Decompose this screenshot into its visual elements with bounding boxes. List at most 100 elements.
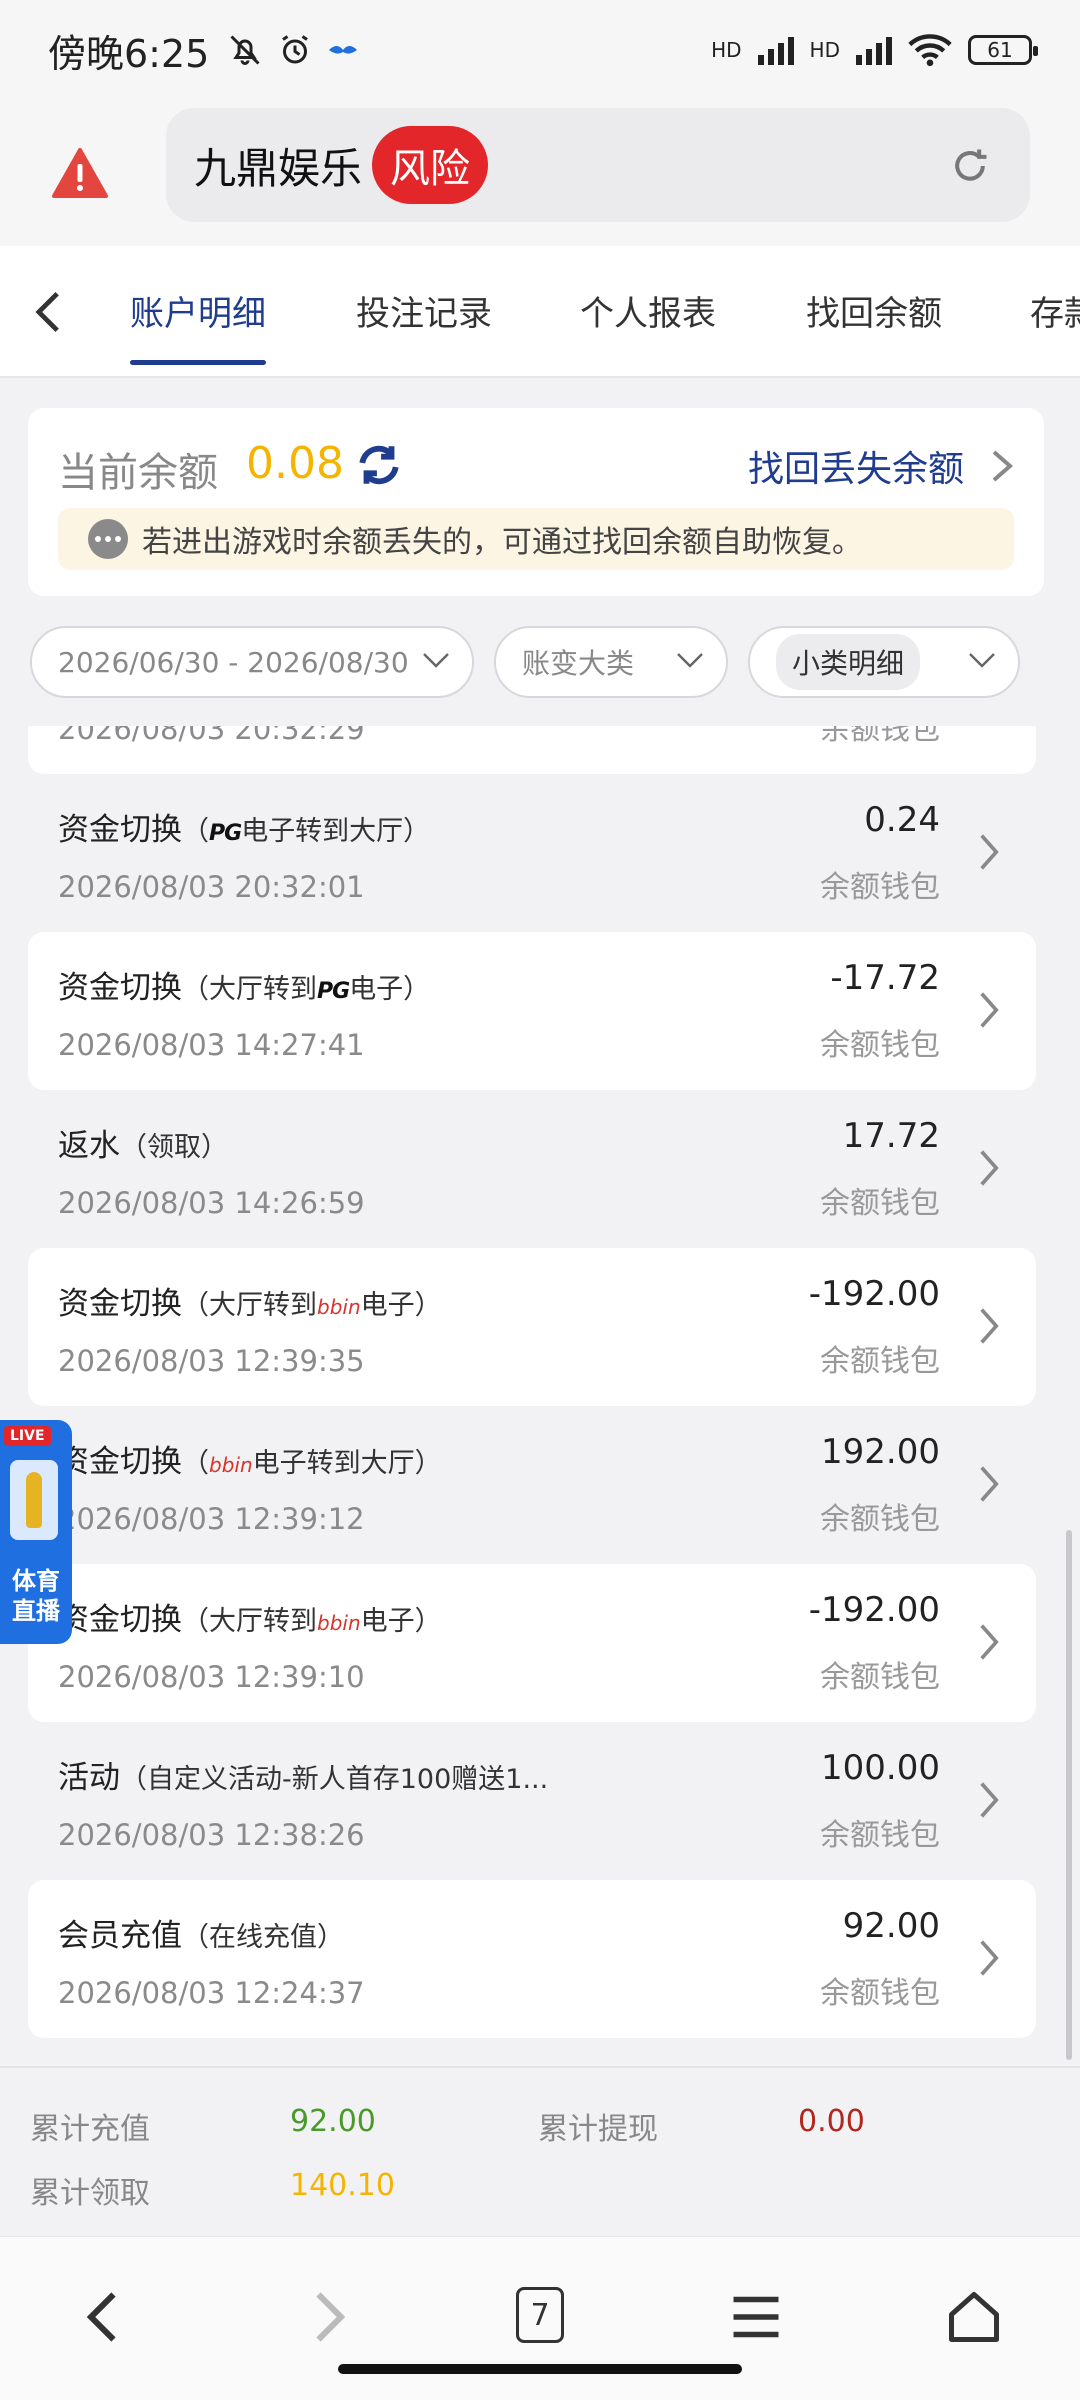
alarm-icon [282,35,309,64]
bell-off-icon [230,35,260,65]
transaction-amount: 192.00 [821,1432,940,1472]
network-hd-1: HD [711,38,742,62]
total-deposit-label: 累计充值 [30,2112,150,2147]
url-field[interactable]: 九鼎娱乐 风险 [166,108,1030,222]
scrollbar[interactable] [1066,1530,1072,2060]
transaction-amount: 17.72 [842,1116,940,1156]
status-right: HD HD 61 [711,33,1038,67]
tab-bet-records[interactable]: 投注记录 [356,286,492,335]
reload-icon[interactable] [948,144,992,188]
home-indicator[interactable] [338,2364,742,2374]
pg-logo: PG [317,979,350,1004]
transaction-title: 资金切换（PG电子转到大厅） [58,812,431,848]
transaction-title: 返水（领取） [58,1128,228,1164]
transaction-wallet: 余额钱包 [820,1818,940,1853]
transaction-wallet: 余额钱包 [820,1186,940,1221]
chevron-right-icon [980,1150,999,1186]
chevron-right-icon[interactable] [990,448,1014,484]
refresh-icon[interactable] [354,440,404,490]
browser-address-bar: 九鼎娱乐 风险 [0,100,1080,246]
list-item[interactable]: 资金切换（大厅转到bbin电子） 2026/08/03 12:39:35 -19… [28,1248,1036,1406]
transaction-list: 2026/08/03 20:32:29 余额钱包 资金切换（PG电子转到大厅） … [0,726,1060,2062]
transaction-time: 2026/08/03 12:39:12 [58,1502,365,1536]
transaction-title: 资金切换（大厅转到bbin电子） [58,1286,442,1322]
warning-triangle-icon[interactable] [52,148,108,198]
browser-nav-bar: 7 [0,2236,1080,2400]
tabs-count-button[interactable]: 7 [516,2287,564,2343]
total-withdraw-value: 0.00 [798,2104,865,2139]
transaction-wallet: 余额钱包 [820,1344,940,1379]
forward-icon[interactable] [296,2287,356,2347]
back-chevron-icon[interactable] [30,290,66,334]
chevron-right-icon [980,992,999,1028]
chevron-right-icon [980,1466,999,1502]
list-item[interactable]: 资金切换（大厅转到bbin电子） 2026/08/03 12:39:10 -19… [28,1564,1036,1722]
transaction-time: 2026/08/03 20:32:29 [58,726,365,746]
transaction-wallet: 余额钱包 [820,1660,940,1695]
transaction-amount: -17.72 [830,958,940,998]
clock: 傍晚6:25 [48,31,210,76]
status-bar: 傍晚6:25 HD HD 61 [0,0,1080,100]
transaction-time: 2026/08/03 12:38:26 [58,1818,365,1852]
live-badge: LIVE [4,1426,51,1446]
chevron-right-icon [980,1624,999,1660]
home-icon[interactable] [944,2287,1004,2347]
list-item[interactable]: 返水（领取） 2026/08/03 14:26:59 17.72 余额钱包 [28,1090,1036,1248]
total-claim-value: 140.10 [290,2168,395,2203]
total-withdraw-label: 累计提现 [538,2112,658,2147]
list-item[interactable]: 资金切换（PG电子转到大厅） 2026/08/03 20:32:01 0.24 … [28,774,1036,932]
transaction-amount: 0.24 [864,800,940,840]
signal-icon [757,35,794,65]
transaction-title: 资金切换（大厅转到PG电子） [58,970,431,1006]
menu-icon[interactable] [726,2287,786,2347]
tip-text: 若进出游戏时余额丢失的，可通过找回余额自助恢复。 [142,525,862,560]
transaction-amount: -192.00 [808,1274,940,1314]
bbin-logo: bbin [317,1295,361,1319]
tab-personal-report[interactable]: 个人报表 [580,286,716,335]
battery-icon: 61 [968,35,1038,65]
transaction-wallet: 余额钱包 [820,1502,940,1537]
tab-recover-balance[interactable]: 找回余额 [806,286,942,335]
summary-bar: 累计充值 92.00 累计提现 0.00 累计领取 140.10 [0,2066,1080,2236]
list-item[interactable]: 活动（自定义活动-新人首存100赠送1... 2026/08/03 12:38:… [28,1722,1036,1880]
pg-logo: PG [209,821,242,846]
list-item[interactable]: 2026/08/03 20:32:29 余额钱包 [28,726,1036,774]
transaction-wallet: 余额钱包 [820,1028,940,1063]
total-deposit-value: 92.00 [290,2104,376,2139]
chevron-right-icon [980,1940,999,1976]
transaction-title: 资金切换（大厅转到bbin电子） [58,1602,442,1638]
bbin-logo: bbin [317,1611,361,1635]
sports-live-widget[interactable]: LIVE 体育 直播 [0,1420,72,1644]
transaction-time: 2026/08/03 12:39:35 [58,1344,365,1378]
transaction-time: 2026/08/03 14:27:41 [58,1028,365,1062]
site-title: 九鼎娱乐 [194,143,363,193]
bird-icon [329,46,358,54]
transaction-amount: -192.00 [808,1590,940,1630]
risk-badge[interactable]: 风险 [372,126,489,204]
subcategory-value: 小类明细 [776,634,921,690]
message-icon [88,519,128,559]
transaction-time: 2026/08/03 14:26:59 [58,1186,365,1220]
transaction-title: 活动（自定义活动-新人首存100赠送1... [58,1760,549,1796]
signal-icon-2 [856,35,892,65]
bbin-logo: bbin [209,1453,253,1477]
list-item[interactable]: 会员充值（在线充值） 2026/08/03 12:24:37 92.00 余额钱… [28,1880,1036,2038]
wifi-icon [908,34,952,67]
tab-account-detail[interactable]: 账户明细 [130,286,266,365]
chevron-right-icon [980,834,999,870]
category-value: 账变大类 [522,647,635,680]
list-item[interactable]: 资金切换（大厅转到PG电子） 2026/08/03 14:27:41 -17.7… [28,932,1036,1090]
chevron-down-icon [969,653,995,668]
transaction-title: 资金切换（bbin电子转到大厅） [58,1444,442,1480]
status-icons [227,32,359,68]
date-range-filter[interactable]: 2026/06/30 - 2026/08/30 [30,626,474,698]
transaction-time: 2026/08/03 12:24:37 [58,1976,365,2010]
recover-lost-balance-link[interactable]: 找回丢失余额 [748,440,964,492]
subcategory-filter[interactable]: 小类明细 [748,626,1020,698]
back-icon[interactable] [76,2287,136,2347]
balance-tip: 若进出游戏时余额丢失的，可通过找回余额自助恢复。 [58,508,1014,570]
chevron-down-icon [677,653,703,668]
list-item[interactable]: 资金切换（bbin电子转到大厅） 2026/08/03 12:39:12 192… [28,1406,1036,1564]
category-filter[interactable]: 账变大类 [494,626,728,698]
tab-deposit[interactable]: 存款 [1030,286,1080,335]
